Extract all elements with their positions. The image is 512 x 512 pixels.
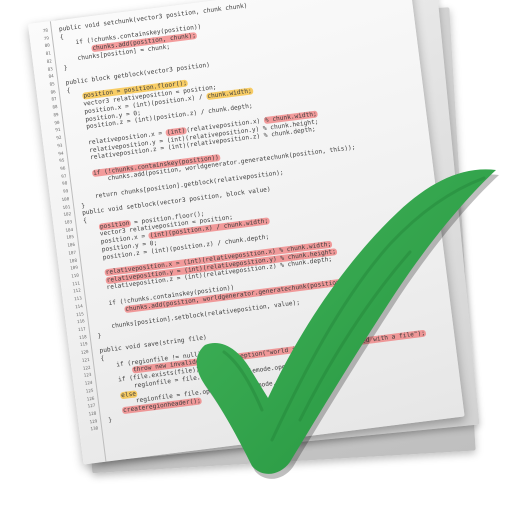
document-icon: 78 public void setchunk(vector3 position,… [0, 0, 512, 512]
checkmark-icon [196, 169, 499, 479]
checkmark-body [196, 169, 496, 474]
